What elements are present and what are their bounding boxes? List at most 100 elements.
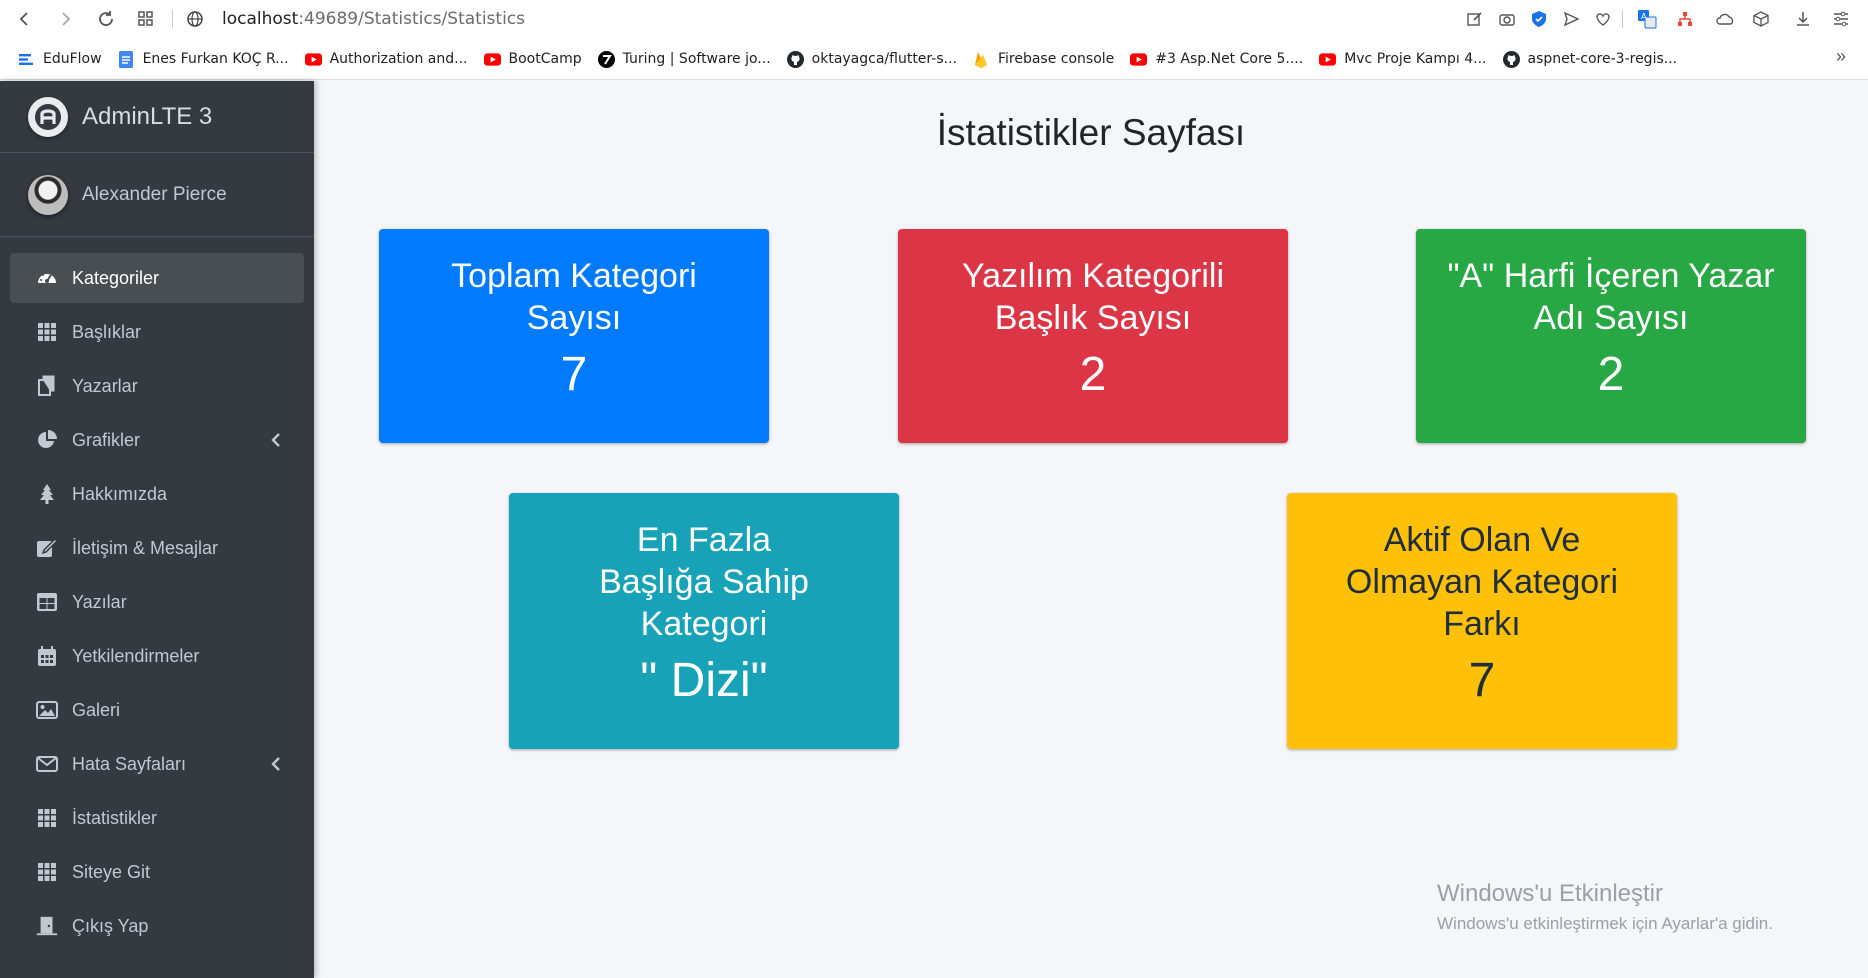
card-value: 7 xyxy=(560,348,588,401)
bookmark-item[interactable]: EduFlow xyxy=(18,51,102,68)
shield-check-icon xyxy=(1532,11,1546,27)
favorites-button[interactable] xyxy=(1590,6,1616,32)
dashboard-icon xyxy=(36,267,58,289)
bookmark-label: Firebase console xyxy=(997,51,1115,67)
grid-icon xyxy=(36,861,58,883)
apps-grid-icon xyxy=(138,11,153,26)
docs-icon xyxy=(118,50,135,68)
reload-button[interactable] xyxy=(93,6,119,32)
adminlte-logo-icon xyxy=(28,96,68,137)
sidebar-item[interactable]: Hata Sayfaları xyxy=(10,739,304,789)
edit-page-button[interactable] xyxy=(1462,6,1488,32)
sidebar-item[interactable]: Grafikler xyxy=(10,415,304,465)
bookmark-label: oktayagca/flutter-s... xyxy=(811,51,957,67)
translate-button[interactable]: A xyxy=(1634,6,1660,32)
sidebar-item[interactable]: Galeri xyxy=(10,685,304,735)
sidebar-item[interactable]: İletişim & Mesajlar xyxy=(10,523,304,573)
bookmarks-bar: EduFlow Enes Furkan KOÇ R... Authorization… xyxy=(0,44,1868,74)
sidebar: AdminLTE 3 Alexander Pierce Kategoriler B… xyxy=(0,81,314,978)
svg-text:A: A xyxy=(1641,12,1647,21)
stat-card-total-categories: Toplam Kategori Sayısı 7 xyxy=(379,229,769,443)
watermark-title: Windows'u Etkinleştir xyxy=(1437,880,1663,907)
browser-chrome: localhost:49689/Statistics/Statistics A … xyxy=(0,0,1868,80)
bookmark-item[interactable]: #3 Asp.Net Core 5.... xyxy=(1130,51,1303,68)
bookmark-item[interactable]: aspnet-core-3-regis... xyxy=(1502,50,1678,68)
user-panel[interactable]: Alexander Pierce xyxy=(0,153,314,237)
bookmark-item[interactable]: BootCamp xyxy=(483,51,582,68)
chevron-left-icon[interactable] xyxy=(266,430,286,450)
sidebar-item[interactable]: Yazarlar xyxy=(10,361,304,411)
pencil-square-icon xyxy=(1467,12,1482,26)
sidebar-item-label: Kategoriler xyxy=(72,267,160,288)
sidebar-item[interactable]: Kategoriler xyxy=(10,253,304,303)
chevron-left-icon[interactable] xyxy=(266,754,286,774)
sidebar-item-label: Çıkış Yap xyxy=(72,915,149,936)
forward-button[interactable] xyxy=(52,6,78,32)
turing-icon xyxy=(597,50,615,68)
menu-button[interactable] xyxy=(1828,6,1854,32)
watermark-subtitle: Windows'u etkinleştirmek için Ayarlar'a … xyxy=(1437,914,1773,933)
heart-icon xyxy=(1596,13,1610,26)
address-bar[interactable]: localhost:49689/Statistics/Statistics xyxy=(186,4,1436,34)
card-label: Aktif Olan Ve Olmayan Kategori Farkı xyxy=(1345,521,1619,643)
bookmark-label: Enes Furkan KOÇ R... xyxy=(142,51,289,67)
page-title: İstatistikler Sayfası xyxy=(936,112,1246,153)
extension-button[interactable] xyxy=(1672,6,1698,32)
sidebar-item[interactable]: Siteye Git xyxy=(10,847,304,897)
table-icon xyxy=(36,591,58,613)
sidebar-item[interactable]: Yetkilendirmeler xyxy=(10,631,304,681)
sidebar-item[interactable]: Başlıklar xyxy=(10,307,304,357)
back-button[interactable] xyxy=(12,6,38,32)
downloads-button[interactable] xyxy=(1790,6,1816,32)
sidebar-item[interactable]: İstatistikler xyxy=(10,793,304,843)
copy-icon xyxy=(36,375,58,397)
apps-button[interactable] xyxy=(133,6,159,32)
sidebar-item[interactable]: Çıkış Yap xyxy=(10,901,304,951)
eduflow-icon xyxy=(18,51,35,68)
stat-card-software-headings: Yazılım Kategorili Başlık Sayısı 2 xyxy=(898,229,1288,443)
bookmark-item[interactable]: Mvc Proje Kampı 4... xyxy=(1319,51,1487,68)
bookmark-label: aspnet-core-3-regis... xyxy=(1527,51,1678,67)
bookmark-label: Mvc Proje Kampı 4... xyxy=(1344,51,1487,67)
sidebar-item-label: Hata Sayfaları xyxy=(72,753,187,774)
tree-icon xyxy=(36,483,58,505)
sidebar-item-label: Hakkımızda xyxy=(72,483,168,504)
bookmark-label: EduFlow xyxy=(43,51,102,67)
screenshot-button[interactable] xyxy=(1494,6,1520,32)
arrow-left-icon xyxy=(19,12,28,26)
sidebar-item-label: Başlıklar xyxy=(72,321,142,342)
envelope-icon xyxy=(36,753,58,775)
cloud-button[interactable] xyxy=(1712,6,1738,32)
sidebar-item-label: İletişim & Mesajlar xyxy=(72,537,219,558)
bookmark-item[interactable]: Turing | Software jo... xyxy=(597,50,771,68)
bookmark-label: Authorization and... xyxy=(329,51,468,67)
sidebar-item-label: Yazarlar xyxy=(72,375,138,396)
bookmark-item[interactable]: oktayagca/flutter-s... xyxy=(786,50,957,68)
sidebar-item[interactable]: Hakkımızda xyxy=(10,469,304,519)
youtube-icon xyxy=(483,51,501,68)
toolbar-divider xyxy=(172,10,173,28)
github-icon xyxy=(786,50,804,68)
image-icon xyxy=(36,699,58,721)
sidebar-item[interactable]: Yazılar xyxy=(10,577,304,627)
browser-toolbar: localhost:49689/Statistics/Statistics A xyxy=(0,0,1868,38)
card-label: Yazılım Kategorili Başlık Sayısı xyxy=(961,257,1225,337)
brand-text: AdminLTE 3 xyxy=(82,102,213,130)
send-button[interactable] xyxy=(1558,6,1584,32)
sidebar-item-label: Grafikler xyxy=(72,429,141,450)
package-button[interactable] xyxy=(1748,6,1774,32)
edit-icon xyxy=(36,537,58,559)
translate-icon: A xyxy=(1638,10,1657,29)
bookmarks-overflow-icon[interactable]: » xyxy=(1836,46,1846,67)
url-host: localhost xyxy=(222,9,299,29)
grid-icon xyxy=(36,321,58,343)
sidebar-nav: Kategoriler Başlıklar Yazarlar Grafikler Hak… xyxy=(0,237,314,951)
bookmark-item[interactable]: Authorization and... xyxy=(304,51,468,68)
bookmark-item[interactable]: Firebase console xyxy=(973,51,1114,68)
grid-icon xyxy=(36,807,58,829)
sidebar-item-label: Galeri xyxy=(72,699,121,720)
cloud-icon xyxy=(1716,13,1734,25)
bookmark-item[interactable]: Enes Furkan KOÇ R... xyxy=(118,50,289,68)
vpn-shield-button[interactable] xyxy=(1526,6,1552,32)
brand-link[interactable]: AdminLTE 3 xyxy=(0,81,314,153)
